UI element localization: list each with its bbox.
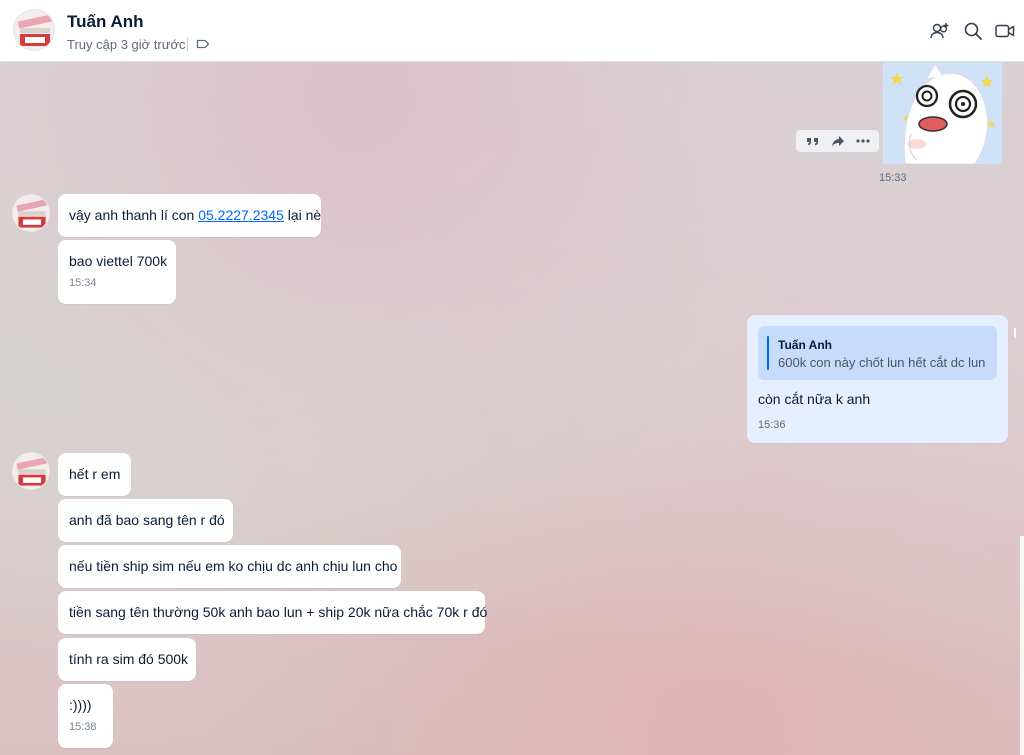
my-message-bubble[interactable]: Tuấn Anh 600k con này chốt lun hết cắt d… <box>747 315 1008 443</box>
chat-header: Tuấn Anh Truy cập 3 giờ trước <box>0 0 1024 62</box>
message-text: vậy anh thanh lí con 05.2227.2345 lại nè <box>69 207 322 223</box>
tag-icon[interactable] <box>195 36 211 52</box>
message-text: nếu tiền ship sim nếu em ko chịu dc anh … <box>69 558 398 574</box>
message-time: 15:36 <box>758 419 786 431</box>
scrollbar[interactable] <box>1020 536 1024 755</box>
quote-icon[interactable] <box>805 133 821 149</box>
scroll-marker <box>1014 328 1016 338</box>
sender-avatar[interactable] <box>12 194 50 232</box>
message-text: anh đã bao sang tên r đó <box>69 512 225 528</box>
message-time: 15:33 <box>879 172 907 184</box>
sender-avatar[interactable] <box>12 452 50 490</box>
add-member-icon[interactable] <box>929 20 951 42</box>
video-call-icon[interactable] <box>994 20 1016 42</box>
sticker-message[interactable] <box>883 62 1002 164</box>
message-text: tính ra sim đó 500k <box>69 651 189 667</box>
chat-messages-area[interactable]: 15:33 vậy anh thanh lí con 05.2227.2345 … <box>0 62 1024 755</box>
contact-name[interactable]: Tuấn Anh <box>67 12 143 32</box>
quote-text: 600k con này chốt lun hết cắt dc lun <box>778 355 986 370</box>
message-bubble[interactable]: vậy anh thanh lí con 05.2227.2345 lại nè <box>58 194 321 237</box>
more-icon[interactable] <box>855 133 871 149</box>
quote-bar <box>767 336 769 370</box>
message-action-toolbar <box>796 130 879 152</box>
forward-icon[interactable] <box>830 133 846 149</box>
message-text: :)))) <box>69 697 92 713</box>
message-time: 15:38 <box>69 721 97 733</box>
header-divider <box>187 38 188 51</box>
message-text: còn cắt nữa k anh <box>758 391 871 407</box>
message-text: tiền sang tên thường 50k anh bao lun + s… <box>69 604 488 620</box>
message-text: bao viettel 700k <box>69 253 168 269</box>
contact-avatar[interactable] <box>13 9 55 51</box>
message-time: 15:34 <box>69 277 97 289</box>
quote-author: Tuấn Anh <box>778 338 832 352</box>
message-bubble[interactable]: hết r em <box>58 453 131 496</box>
message-bubble[interactable]: anh đã bao sang tên r đó <box>58 499 233 542</box>
phone-number-link[interactable]: 05.2227.2345 <box>198 207 284 223</box>
message-bubble[interactable]: tiền sang tên thường 50k anh bao lun + s… <box>58 591 488 634</box>
message-text: hết r em <box>69 466 121 482</box>
message-bubble[interactable]: tính ra sim đó 500k <box>58 638 196 681</box>
last-seen-status: Truy cập 3 giờ trước <box>67 37 186 52</box>
message-bubble[interactable]: bao viettel 700k 15:34 <box>58 240 176 304</box>
message-bubble[interactable]: :)))) 15:38 <box>58 684 113 748</box>
quoted-message[interactable]: Tuấn Anh 600k con này chốt lun hết cắt d… <box>758 326 997 380</box>
search-icon[interactable] <box>962 20 984 42</box>
message-bubble[interactable]: nếu tiền ship sim nếu em ko chịu dc anh … <box>58 545 401 588</box>
